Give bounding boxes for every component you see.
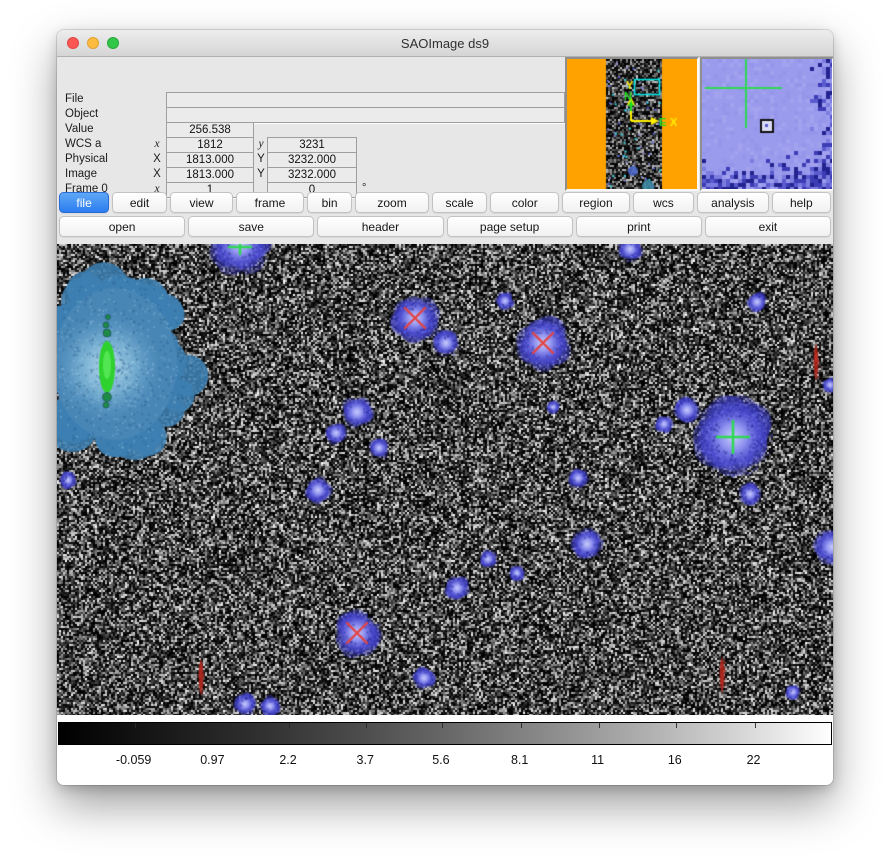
menu-file[interactable]: file — [59, 192, 109, 213]
panner[interactable] — [565, 57, 699, 191]
colorbar-tick — [442, 723, 443, 728]
colorbar-tick — [135, 723, 136, 728]
image-x-field[interactable] — [166, 167, 254, 183]
colorbar-tick-label: -0.059 — [104, 753, 164, 767]
menu-color[interactable]: color — [490, 192, 559, 213]
menu-region[interactable]: region — [562, 192, 630, 213]
image-label: Image — [65, 168, 97, 180]
colorbar-tick-label: 22 — [724, 753, 784, 767]
page-setup-button[interactable]: page setup — [447, 216, 573, 237]
colorbar-tick — [213, 723, 214, 728]
colorbar-tick-label: 11 — [568, 753, 628, 767]
file-field[interactable] — [166, 92, 565, 108]
menu-bin[interactable]: bin — [307, 192, 353, 213]
physical-label: Physical — [65, 153, 108, 165]
colorbar-tick — [366, 723, 367, 728]
menu-analysis[interactable]: analysis — [697, 192, 768, 213]
object-label: Object — [65, 108, 98, 120]
wcs-label: WCS a — [65, 138, 101, 150]
ds9-window: SAOImage ds9 File Object Value WCS a x y… — [57, 30, 833, 785]
wcs-y-label: y — [254, 138, 268, 150]
menu-zoom[interactable]: zoom — [355, 192, 428, 213]
magnifier[interactable] — [700, 57, 833, 191]
open-button[interactable]: open — [59, 216, 185, 237]
colorbar-tick — [676, 723, 677, 728]
panner-canvas[interactable] — [567, 59, 697, 189]
image-x-label: X — [150, 168, 164, 180]
titlebar[interactable]: SAOImage ds9 — [57, 30, 833, 57]
wcs-x-label: x — [150, 138, 164, 150]
minimize-button[interactable] — [87, 37, 99, 49]
print-button[interactable]: print — [576, 216, 702, 237]
physical-x-field[interactable] — [166, 152, 254, 168]
menu-help[interactable]: help — [772, 192, 831, 213]
colorbar-tick — [599, 723, 600, 728]
physical-y-field[interactable] — [267, 152, 357, 168]
header-button[interactable]: header — [317, 216, 443, 237]
window-title: SAOImage ds9 — [401, 36, 489, 51]
menu-wcs[interactable]: wcs — [633, 192, 694, 213]
close-button[interactable] — [67, 37, 79, 49]
exit-button[interactable]: exit — [705, 216, 831, 237]
menu-edit[interactable]: edit — [112, 192, 167, 213]
wcs-y-field[interactable] — [267, 137, 357, 153]
physical-y-label: Y — [254, 153, 268, 165]
zoom-button[interactable] — [107, 37, 119, 49]
value-label: Value — [65, 123, 94, 135]
colorbar-tick-label: 5.6 — [411, 753, 471, 767]
colorbar-tick-label: 8.1 — [490, 753, 550, 767]
colorbar-panel: -0.059 0.97 2.2 3.7 5.6 8.1 11 16 22 — [57, 715, 833, 785]
menu-bar: file edit view frame bin zoom scale colo… — [59, 192, 831, 213]
wcs-x-field[interactable] — [166, 137, 254, 153]
colorbar-tick-label: 3.7 — [335, 753, 395, 767]
menu-view[interactable]: view — [170, 192, 233, 213]
file-submenu-bar: open save header page setup print exit — [59, 216, 831, 237]
save-button[interactable]: save — [188, 216, 314, 237]
file-label: File — [65, 93, 84, 105]
image-y-label: Y — [254, 168, 268, 180]
physical-x-label: X — [150, 153, 164, 165]
colorbar-tick — [289, 723, 290, 728]
colorbar-tick — [755, 723, 756, 728]
value-field[interactable] — [166, 122, 254, 138]
traffic-lights — [67, 37, 119, 49]
menu-frame[interactable]: frame — [236, 192, 304, 213]
colorbar-tick-label: 2.2 — [258, 753, 318, 767]
object-field[interactable] — [166, 107, 565, 123]
colorbar-tick-label: 0.97 — [182, 753, 242, 767]
sky-image-canvas[interactable] — [57, 244, 833, 715]
colorbar-tick — [521, 723, 522, 728]
menu-scale[interactable]: scale — [432, 192, 488, 213]
magnifier-canvas[interactable] — [702, 59, 832, 189]
colorbar-tick-label: 16 — [645, 753, 705, 767]
image-y-field[interactable] — [267, 167, 357, 183]
colorbar-gradient[interactable] — [58, 722, 832, 745]
